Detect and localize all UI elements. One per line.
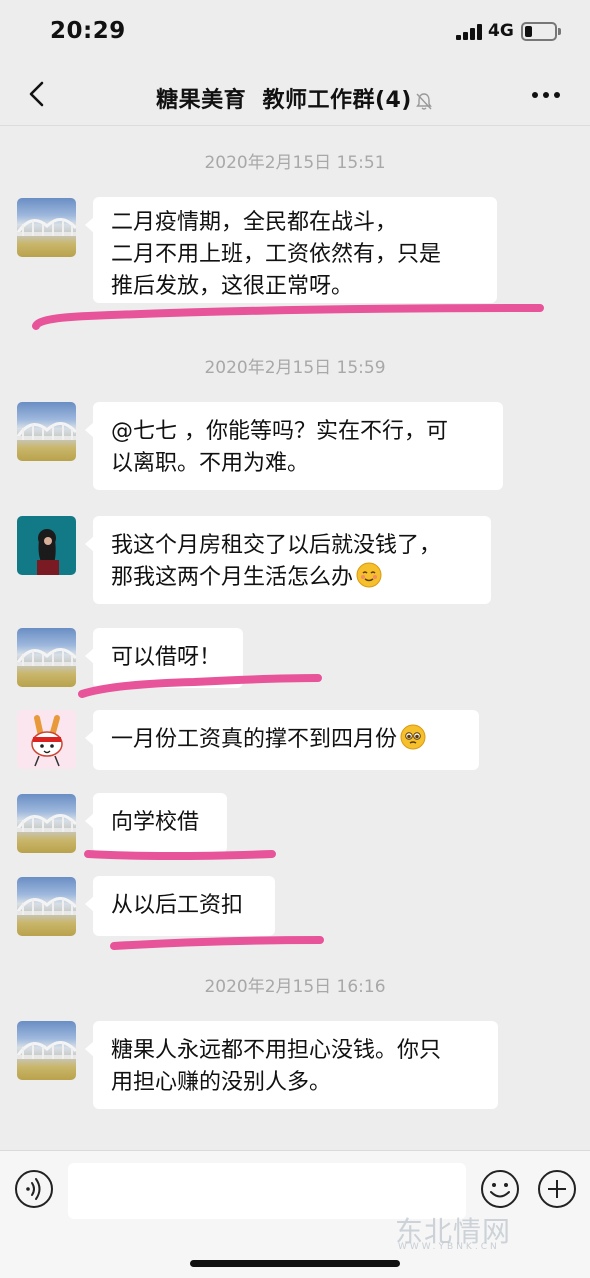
signal-icon xyxy=(456,24,482,40)
chat-header: 糖果美育 教师工作群(4) xyxy=(0,62,590,126)
plus-icon[interactable] xyxy=(537,1169,577,1209)
message-line: 以离职。不用为难。 xyxy=(111,451,310,476)
message-bubble[interactable]: 可以借呀！ xyxy=(85,628,243,688)
message-line: 糖果人永远都不用担心没钱。你只 xyxy=(111,1038,442,1063)
message-line: @七七 ，你能等吗？实在不行，可 xyxy=(111,419,448,444)
watermark-sub: WWW.YBNK.CN xyxy=(398,1242,500,1252)
message-line: 一月份工资真的撑不到四月份 xyxy=(111,727,398,752)
blush-smile-icon xyxy=(356,562,382,588)
message-line: 我这个月房租交了以后就没钱了， xyxy=(111,533,442,558)
message-line: 可以借呀！ xyxy=(111,645,222,670)
avatar[interactable] xyxy=(17,628,76,687)
message-bubble[interactable]: 糖果人永远都不用担心没钱。你只 用担心赚的没别人多。 xyxy=(85,1021,498,1109)
message-bubble[interactable]: 向学校借 xyxy=(85,793,227,853)
chat-title: 糖果美育 教师工作群(4) xyxy=(0,82,590,114)
mute-bell-icon xyxy=(414,91,434,111)
emoji-icon[interactable] xyxy=(480,1169,520,1209)
highlight-mark xyxy=(32,304,544,330)
voice-icon[interactable] xyxy=(14,1169,54,1209)
message-line: 推后发放，这很正常呀。 xyxy=(111,274,354,299)
avatar[interactable] xyxy=(17,794,76,853)
pleading-face-icon xyxy=(400,724,426,750)
message-bubble[interactable]: 二月疫情期，全民都在战斗， 二月不用上班，工资依然有，只是 推后发放，这很正常呀… xyxy=(85,197,497,303)
chat-title-text: 糖果美育 教师工作群(4) xyxy=(156,88,412,113)
message-line: 二月疫情期，全民都在战斗， xyxy=(111,210,398,235)
timestamp: 2020年2月15日 16:16 xyxy=(204,977,386,997)
message-bubble[interactable]: @七七 ，你能等吗？实在不行，可 以离职。不用为难。 xyxy=(85,402,503,490)
message-bubble[interactable]: 从以后工资扣 xyxy=(85,876,275,936)
more-dots-icon[interactable] xyxy=(532,92,562,100)
avatar[interactable] xyxy=(17,877,76,936)
avatar[interactable] xyxy=(17,710,76,769)
timestamp: 2020年2月15日 15:59 xyxy=(204,358,386,378)
network-label: 4G xyxy=(488,21,514,41)
home-indicator xyxy=(190,1260,400,1267)
battery-icon xyxy=(521,22,557,41)
status-bar: 20:29 4G xyxy=(0,0,590,62)
avatar[interactable] xyxy=(17,1021,76,1080)
avatar[interactable] xyxy=(17,516,76,575)
timestamp: 2020年2月15日 15:51 xyxy=(204,153,386,173)
avatar[interactable] xyxy=(17,402,76,461)
message-line: 那我这两个月生活怎么办 xyxy=(111,565,354,590)
message-line: 向学校借 xyxy=(111,810,200,835)
message-bubble[interactable]: 一月份工资真的撑不到四月份 xyxy=(85,710,479,770)
message-line: 从以后工资扣 xyxy=(111,893,244,918)
status-time: 20:29 xyxy=(50,18,126,44)
message-bubble[interactable]: 我这个月房租交了以后就没钱了， 那我这两个月生活怎么办 xyxy=(85,516,491,604)
message-line: 二月不用上班，工资依然有，只是 xyxy=(111,242,442,267)
message-line: 用担心赚的没别人多。 xyxy=(111,1070,332,1095)
avatar[interactable] xyxy=(17,198,76,257)
